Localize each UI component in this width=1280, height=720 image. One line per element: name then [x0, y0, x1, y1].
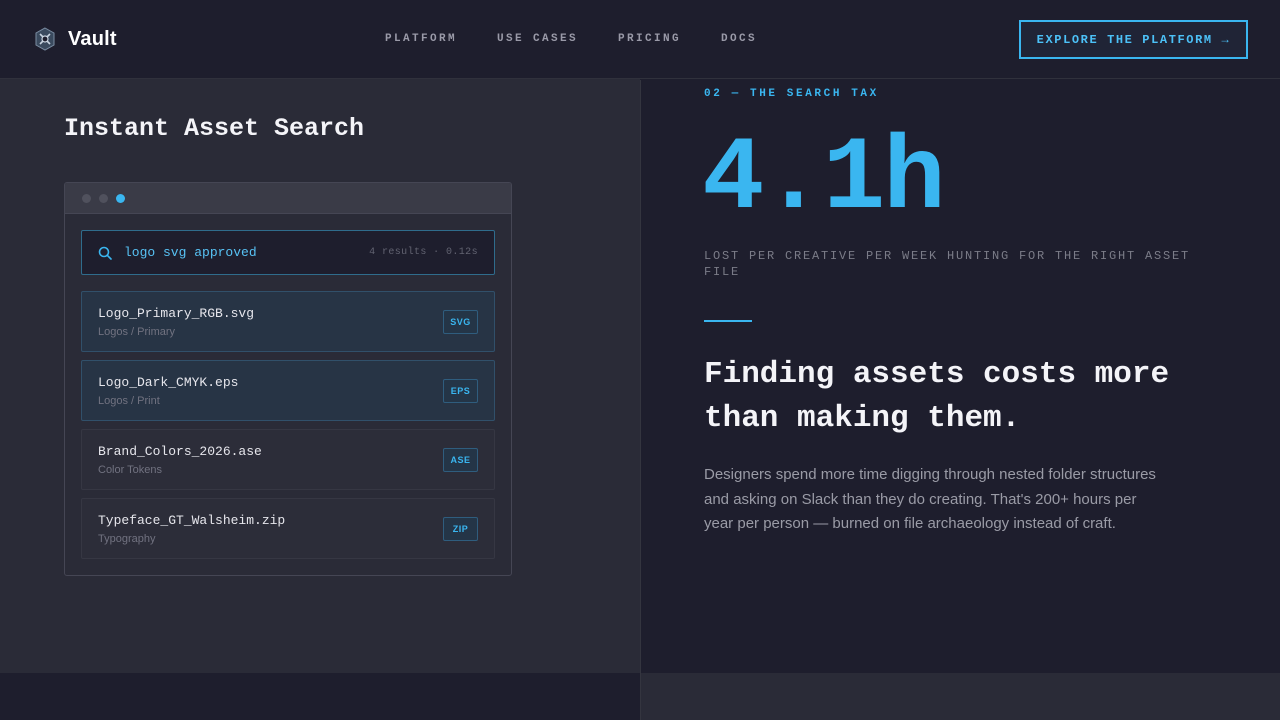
nav-pricing[interactable]: PRICING: [618, 33, 681, 45]
site-header: Vault PLATFORM USE CASES PRICING DOCS EX…: [0, 0, 1280, 79]
result-item[interactable]: Logo_Primary_RGB.svg Logos / Primary SVG: [81, 291, 495, 352]
nav-docs[interactable]: DOCS: [721, 33, 757, 45]
file-type-badge: ASE: [443, 448, 478, 472]
accent-divider: [704, 320, 752, 322]
window-dot-2: [99, 193, 108, 203]
section-body: Designers spend more time digging throug…: [704, 466, 1156, 532]
nav-platform[interactable]: PLATFORM: [385, 33, 457, 45]
window-dot-1: [82, 193, 91, 203]
result-item[interactable]: Logo_Dark_CMYK.eps Logos / Print EPS: [81, 360, 495, 421]
main-nav: PLATFORM USE CASES PRICING DOCS: [385, 33, 757, 45]
feature-title: Instant Asset Search: [64, 114, 365, 143]
next-section-right: [641, 673, 1280, 720]
file-type-badge: SVG: [443, 310, 478, 334]
right-panel: [641, 0, 1280, 673]
section-eyebrow: 02 — THE SEARCH TAX: [704, 88, 879, 100]
result-file-name: Brand_Colors_2026.ase: [98, 444, 262, 459]
brand-logo[interactable]: Vault: [34, 27, 117, 51]
result-file-name: Typeface_GT_Walsheim.zip: [98, 513, 286, 528]
next-section-left: [0, 673, 640, 720]
search-icon: [98, 246, 112, 260]
explore-platform-button[interactable]: EXPLORE THE PLATFORM →: [1019, 20, 1248, 59]
window-titlebar: [65, 183, 511, 214]
search-input[interactable]: logo svg approved 4 results · 0.12s: [81, 230, 495, 275]
panel-divider: [640, 80, 641, 720]
search-query: logo svg approved: [124, 245, 257, 260]
stat-caption: LOST PER CREATIVE PER WEEK HUNTING FOR T…: [704, 249, 1191, 279]
result-file-path: Logos / Print: [98, 395, 160, 407]
search-results: Logo_Primary_RGB.svg Logos / Primary SVG…: [81, 291, 495, 567]
result-file-path: Typography: [98, 533, 156, 545]
result-file-path: Color Tokens: [98, 464, 162, 476]
hero-stat: 4.1h: [702, 121, 946, 239]
file-type-badge: ZIP: [443, 517, 478, 541]
window-dot-active: [116, 193, 125, 203]
search-result-count: 4 results · 0.12s: [369, 247, 478, 258]
section-headline: Finding assets costs more than making th…: [704, 357, 1170, 436]
brand-name: Vault: [68, 27, 117, 50]
result-item[interactable]: Typeface_GT_Walsheim.zip Typography ZIP: [81, 498, 495, 559]
result-file-name: Logo_Primary_RGB.svg: [98, 306, 255, 321]
nav-use-cases[interactable]: USE CASES: [497, 33, 578, 45]
vault-logo-icon: [35, 27, 55, 51]
search-demo-window: logo svg approved 4 results · 0.12s Logo…: [64, 182, 512, 576]
result-file-path: Logos / Primary: [98, 326, 176, 338]
result-item[interactable]: Brand_Colors_2026.ase Color Tokens ASE: [81, 429, 495, 490]
result-file-name: Logo_Dark_CMYK.eps: [98, 375, 239, 390]
file-type-badge: EPS: [443, 379, 478, 403]
